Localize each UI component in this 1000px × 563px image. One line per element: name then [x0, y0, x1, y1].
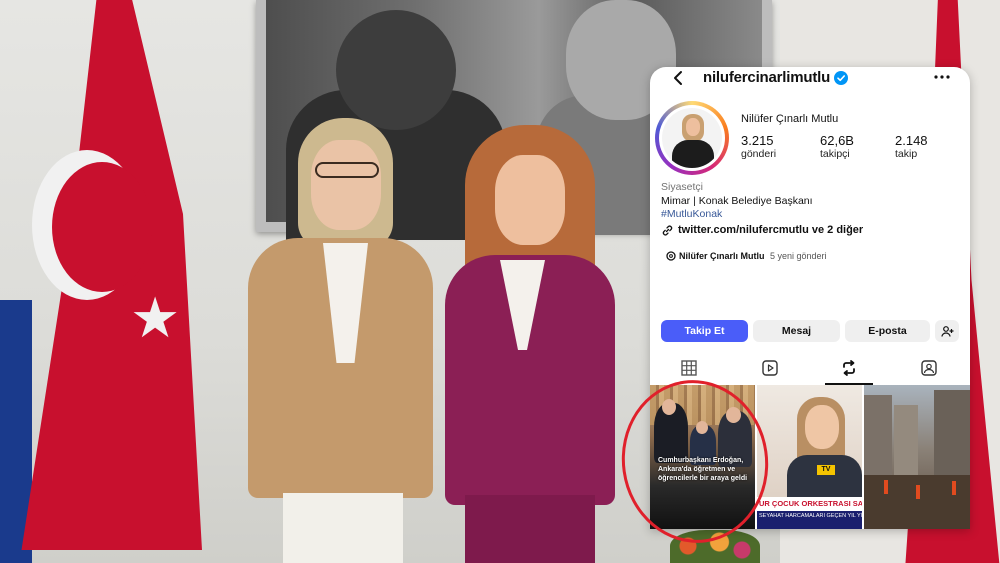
full-name: Nilüfer Çınarlı Mutlu — [741, 113, 839, 125]
bio-link[interactable]: twitter.com/nilufercmutlu ve 2 diğer — [678, 224, 863, 236]
more-options-icon[interactable] — [932, 71, 952, 83]
add-user-button[interactable] — [935, 320, 959, 342]
followers-count[interactable]: 62,6B takipçi — [820, 133, 854, 160]
back-arrow-icon[interactable] — [670, 69, 688, 87]
link-icon — [662, 225, 673, 236]
add-user-icon — [940, 325, 953, 337]
threads-new-posts: 5 yeni gönderi — [770, 251, 827, 261]
flag-star-icon: ★ — [130, 286, 181, 349]
email-button[interactable]: E-posta — [845, 320, 930, 342]
person-left — [243, 118, 438, 563]
post-thumbnail[interactable]: TV UR ÇOCUK ORKESTRASI SAH SEYAHAT HARCA… — [757, 385, 862, 529]
avatar[interactable] — [655, 101, 729, 175]
threads-name[interactable]: Nilüfer Çınarlı Mutlu — [679, 251, 765, 261]
reels-icon[interactable] — [761, 359, 779, 377]
tagged-icon[interactable] — [920, 359, 938, 377]
bio-hashtag[interactable]: #MutluKonak — [661, 208, 722, 220]
news-banner: UR ÇOCUK ORKESTRASI SAH — [757, 497, 862, 511]
posts-count[interactable]: 3.215 gönderi — [741, 133, 776, 160]
verified-badge-icon — [834, 71, 848, 85]
person-right — [440, 125, 620, 563]
bio-category: Siyasetçi — [661, 181, 704, 193]
message-button[interactable]: Mesaj — [753, 320, 840, 342]
follow-button[interactable]: Takip Et — [661, 320, 748, 342]
threads-icon — [666, 251, 676, 261]
tv-logo: TV — [817, 465, 835, 475]
username: nilufercinarlimutlu — [703, 69, 831, 86]
repost-icon[interactable] — [840, 359, 858, 377]
bio-text: Mimar | Konak Belediye Başkanı — [661, 195, 813, 207]
post-thumbnail[interactable] — [864, 385, 970, 529]
following-count[interactable]: 2.148 takip — [895, 133, 928, 160]
grid-icon[interactable] — [680, 359, 698, 377]
profile-header: nilufercinarlimutlu — [650, 67, 970, 89]
news-ticker: SEYAHAT HARCAMALARI GEÇEN YIL YÜZDE 33.4… — [757, 511, 862, 529]
